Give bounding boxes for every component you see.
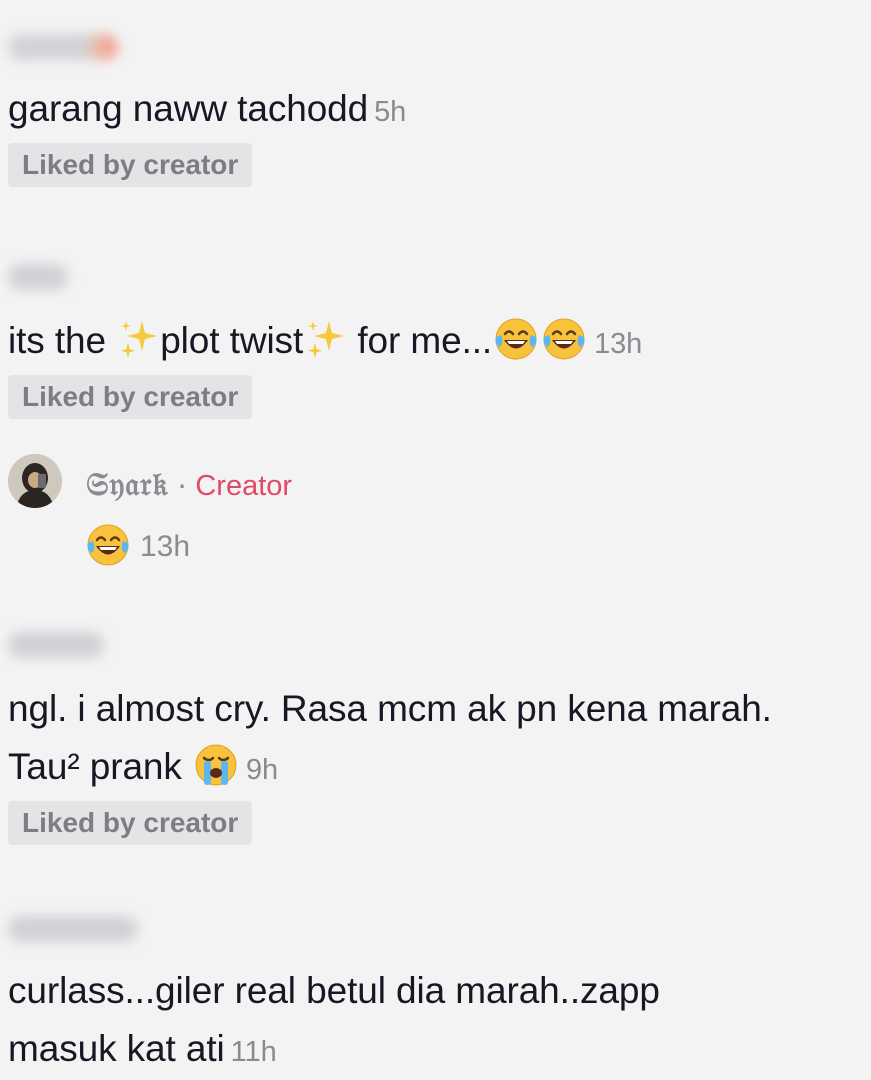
comment-item: its the plot twist for me... 13h Liked b…: [8, 264, 851, 419]
blurred-username[interactable]: [8, 34, 118, 60]
comment-text-line: ngl. i almost cry. Rasa mcm ak pn kena m…: [8, 688, 772, 729]
reply-time: 13h: [140, 530, 191, 563]
comment-item: ngl. i almost cry. Rasa mcm ak pn kena m…: [8, 632, 851, 845]
creator-avatar[interactable]: [8, 454, 62, 508]
comment-text-line-wrap: Tau² prank 9h: [8, 738, 851, 799]
comment-time: 11h: [230, 1036, 277, 1068]
comment-text-part: plot twist: [160, 320, 304, 361]
liked-by-creator-badge: Liked by creator: [8, 143, 253, 187]
comment-time: 9h: [246, 754, 279, 786]
comment-text-line: curlass...giler real betul dia marah..za…: [8, 970, 660, 1011]
blurred-username[interactable]: [8, 264, 68, 290]
comment-text-line-wrap: masuk kat ati 11h: [8, 1020, 851, 1080]
comment-feed: garang naww tachodd 5h Liked by creator i…: [0, 0, 871, 1080]
comment-text-part: for me...: [347, 320, 493, 361]
comment-time: 5h: [374, 96, 407, 128]
comment-text-row: ngl. i almost cry. Rasa mcm ak pn kena m…: [8, 680, 851, 799]
laughing-crying-emoji-icon: [543, 318, 585, 360]
comment-text: garang naww tachodd: [8, 88, 369, 129]
comment-text-part: its the: [8, 320, 117, 361]
comment-item: garang naww tachodd 5h Liked by creator: [8, 34, 851, 187]
creator-username[interactable]: 𝔖𝔶𝔞𝔯𝔨: [86, 465, 169, 503]
laughing-crying-emoji-icon: [495, 318, 537, 360]
comment-text-row: curlass...giler real betul dia marah..za…: [8, 962, 851, 1080]
comment-item: curlass...giler real betul dia marah..za…: [8, 916, 851, 1080]
reply-header: 𝔖𝔶𝔞𝔯𝔨 · Creator: [86, 464, 292, 506]
liked-by-creator-badge: Liked by creator: [8, 801, 253, 845]
comment-text-line: masuk kat ati: [8, 1028, 225, 1069]
creator-reply: 𝔖𝔶𝔞𝔯𝔨 · Creator 13h: [8, 454, 608, 574]
separator-dot: ·: [176, 466, 188, 502]
sparkles-emoji-icon: [308, 321, 345, 359]
avatar-photo-icon: [8, 454, 62, 508]
comment-time: 13h: [594, 328, 643, 360]
blurred-username[interactable]: [8, 632, 104, 658]
reply-text-row: 13h: [84, 520, 190, 574]
laughing-crying-emoji-icon: [87, 524, 129, 566]
comment-text-row: garang naww tachodd 5h: [8, 80, 851, 141]
loudly-crying-emoji-icon: [195, 744, 237, 786]
creator-tag: Creator: [195, 470, 293, 502]
liked-by-creator-badge: Liked by creator: [8, 375, 253, 419]
comment-text-line: Tau² prank: [8, 746, 182, 787]
sparkles-emoji-icon: [121, 321, 158, 359]
comment-text-row: its the plot twist for me... 13h: [8, 312, 851, 373]
blurred-username[interactable]: [8, 916, 138, 942]
